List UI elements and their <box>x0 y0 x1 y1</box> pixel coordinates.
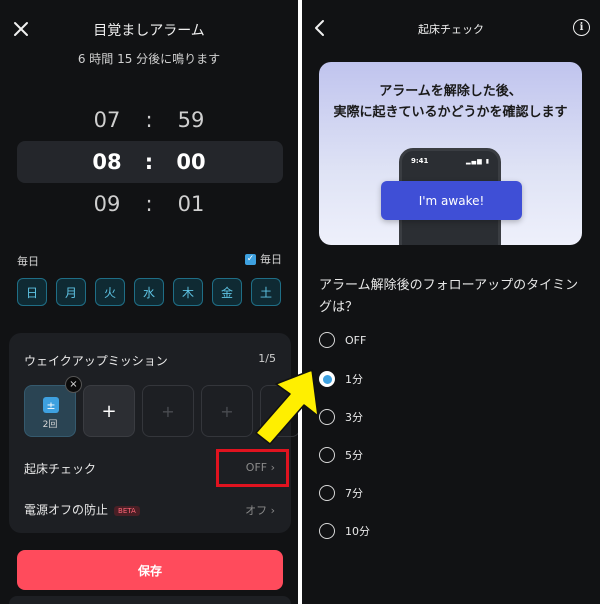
timing-option-10min[interactable]: 10分 <box>319 523 370 539</box>
hour-value: 07 <box>93 108 121 132</box>
power-off-value[interactable]: オフ › <box>245 502 275 518</box>
power-off-status: オフ <box>245 504 268 517</box>
day-saturday[interactable]: 土 <box>251 278 281 306</box>
beta-badge: BETA <box>114 505 140 516</box>
signal-icon: ▂▄▆ ▮ <box>465 158 490 165</box>
math-mission-icon: ± <box>43 397 59 413</box>
mission-slot-math[interactable]: ± 2回 <box>24 385 76 437</box>
option-label: 3分 <box>345 411 363 424</box>
hour-value: 09 <box>93 192 121 216</box>
minute-value: 00 <box>176 150 206 174</box>
time-picker-row[interactable]: 07 : 59 <box>0 100 298 140</box>
hour-value: 08 <box>92 150 122 174</box>
day-monday[interactable]: 月 <box>56 278 86 306</box>
power-off-text: 電源オフの防止 <box>24 503 109 517</box>
phone-clock: 9:41 <box>411 157 429 165</box>
weekday-selector: 日 月 火 水 木 金 土 <box>17 278 281 306</box>
arrow-annotation-icon <box>255 369 319 445</box>
time-separator: : <box>144 150 154 174</box>
alarm-settings-screen: 目覚ましアラーム 6 時間 15 分後に鳴ります 07 : 59 08 : 00… <box>0 0 298 604</box>
page-title: 目覚ましアラーム <box>93 23 205 39</box>
repeat-label: 毎日 <box>17 255 39 268</box>
wake-check-screen: 起床チェック i アラームを解除した後、 実際に起きているかどうかを確認します … <box>302 0 600 604</box>
minute-value: 01 <box>177 192 205 216</box>
save-button[interactable]: 保存 <box>17 550 283 590</box>
empty-mission-slot[interactable]: + <box>201 385 253 437</box>
mission-repeat-count: 2回 <box>42 420 58 430</box>
option-label: 7分 <box>345 487 363 500</box>
time-picker-row[interactable]: 09 : 01 <box>0 184 298 224</box>
option-label: 10分 <box>345 525 370 538</box>
bottom-card-edge <box>9 596 291 604</box>
hero-line-2: 実際に起きているかどうかを確認します <box>333 105 568 120</box>
day-thursday[interactable]: 木 <box>173 278 203 306</box>
option-label: 1分 <box>345 373 363 386</box>
add-mission-button[interactable]: + <box>83 385 135 437</box>
wake-check-label[interactable]: 起床チェック <box>24 460 96 477</box>
time-separator: : <box>145 192 153 216</box>
every-day-label: 毎日 <box>260 253 282 266</box>
day-sunday[interactable]: 日 <box>17 278 47 306</box>
remove-mission-icon[interactable]: × <box>65 376 82 393</box>
power-off-label[interactable]: 電源オフの防止 BETA <box>24 501 140 518</box>
timing-question: アラーム解除後のフォローアップのタイミングは？ <box>319 278 579 315</box>
option-label: OFF <box>345 333 367 347</box>
chevron-right-icon: › <box>270 504 275 517</box>
time-picker-row-selected[interactable]: 08 : 00 <box>0 142 298 182</box>
awake-button-illustration: I'm awake! <box>381 181 522 220</box>
day-friday[interactable]: 金 <box>212 278 242 306</box>
info-icon[interactable]: i <box>573 19 590 36</box>
time-until-alarm: 6 時間 15 分後に鳴ります <box>77 52 221 66</box>
minute-value: 59 <box>177 108 205 132</box>
empty-mission-slot[interactable]: + <box>142 385 194 437</box>
page-title: 起床チェック <box>418 23 484 36</box>
day-wednesday[interactable]: 水 <box>134 278 164 306</box>
hero-illustration: アラームを解除した後、 実際に起きているかどうかを確認します 9:41 ▂▄▆ … <box>319 62 582 245</box>
hero-line-1: アラームを解除した後、 <box>379 84 522 99</box>
hero-text: アラームを解除した後、 実際に起きているかどうかを確認します <box>319 81 582 123</box>
highlight-box <box>216 449 289 487</box>
timing-option-7min[interactable]: 7分 <box>319 485 363 501</box>
radio-button[interactable] <box>319 523 335 539</box>
day-tuesday[interactable]: 火 <box>95 278 125 306</box>
wake-mission-title: ウェイクアップミッション <box>24 354 168 368</box>
radio-button[interactable] <box>319 332 335 348</box>
option-label: 5分 <box>345 449 363 462</box>
timing-option-off[interactable]: OFF <box>319 332 366 348</box>
time-separator: : <box>145 108 153 132</box>
check-icon: ✓ <box>245 253 256 265</box>
radio-button[interactable] <box>319 485 335 501</box>
every-day-checkbox[interactable]: ✓ 毎日 <box>245 251 282 267</box>
